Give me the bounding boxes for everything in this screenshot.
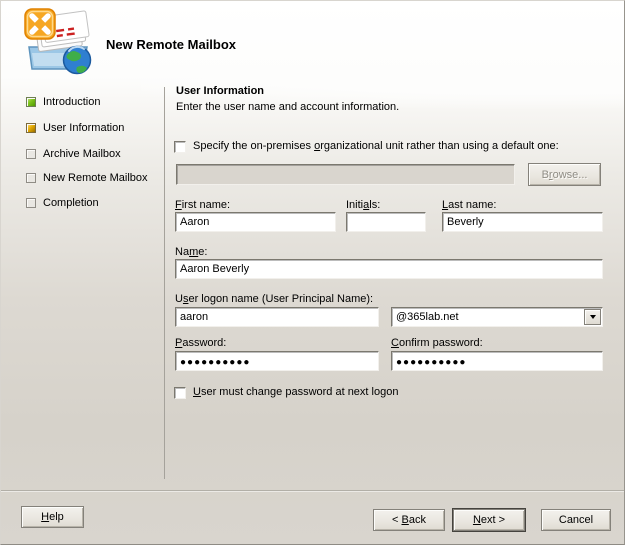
help-button[interactable]: Help <box>21 506 84 528</box>
sidebar-separator <box>164 87 165 479</box>
user-logon-name-input[interactable] <box>175 307 379 327</box>
name-input[interactable] <box>175 259 603 279</box>
step-pending-indicator <box>26 173 36 183</box>
sidebar-item-archive-mailbox[interactable]: Archive Mailbox <box>26 147 121 161</box>
domain-selected-value: @365lab.net <box>392 311 583 323</box>
new-remote-mailbox-wizard: New Remote Mailbox Introduction User Inf… <box>0 0 625 545</box>
must-change-password-label: User must change password at next logon <box>193 386 398 398</box>
sidebar-item-user-information[interactable]: User Information <box>26 121 124 135</box>
confirm-password-input[interactable] <box>391 351 603 371</box>
specify-ou-label: Specify the on-premises organizational u… <box>193 140 559 152</box>
browse-button: Browse... <box>528 163 601 186</box>
confirm-password-label: Confirm password: <box>391 337 483 349</box>
name-label: Name: <box>175 246 207 258</box>
initials-input[interactable] <box>346 212 426 232</box>
sidebar-item-introduction[interactable]: Introduction <box>26 95 100 109</box>
last-name-label: Last name: <box>442 199 496 211</box>
wizard-title: New Remote Mailbox <box>106 37 236 52</box>
first-name-label: First name: <box>175 199 230 211</box>
step-current-indicator <box>26 123 36 133</box>
first-name-input[interactable] <box>175 212 336 232</box>
section-description: Enter the user name and account informat… <box>176 101 399 113</box>
footer-separator <box>1 490 624 491</box>
step-label: Archive Mailbox <box>43 148 121 160</box>
exchange-mailbox-icon <box>17 7 97 77</box>
step-pending-indicator <box>26 149 36 159</box>
sidebar-item-completion[interactable]: Completion <box>26 196 99 210</box>
initials-label: Initials: <box>346 199 380 211</box>
step-label: User Information <box>43 122 124 134</box>
step-label: New Remote Mailbox <box>43 172 148 184</box>
chevron-down-icon <box>590 315 596 319</box>
step-done-indicator <box>26 97 36 107</box>
step-label: Completion <box>43 197 99 209</box>
domain-select[interactable]: @365lab.net <box>391 307 603 327</box>
section-title: User Information <box>176 85 264 97</box>
last-name-input[interactable] <box>442 212 603 232</box>
user-logon-name-label: User logon name (User Principal Name): <box>175 293 373 305</box>
sidebar-item-new-remote-mailbox[interactable]: New Remote Mailbox <box>26 171 148 185</box>
ou-path-input <box>176 164 515 185</box>
password-input[interactable] <box>175 351 379 371</box>
must-change-password-checkbox[interactable] <box>174 387 186 399</box>
cancel-button[interactable]: Cancel <box>541 509 611 531</box>
step-label: Introduction <box>43 96 100 108</box>
next-button[interactable]: Next > <box>453 509 525 531</box>
password-label: Password: <box>175 337 226 349</box>
domain-dropdown-button[interactable] <box>584 309 601 325</box>
specify-ou-checkbox[interactable] <box>174 141 186 153</box>
step-pending-indicator <box>26 198 36 208</box>
back-button[interactable]: < Back <box>373 509 445 531</box>
